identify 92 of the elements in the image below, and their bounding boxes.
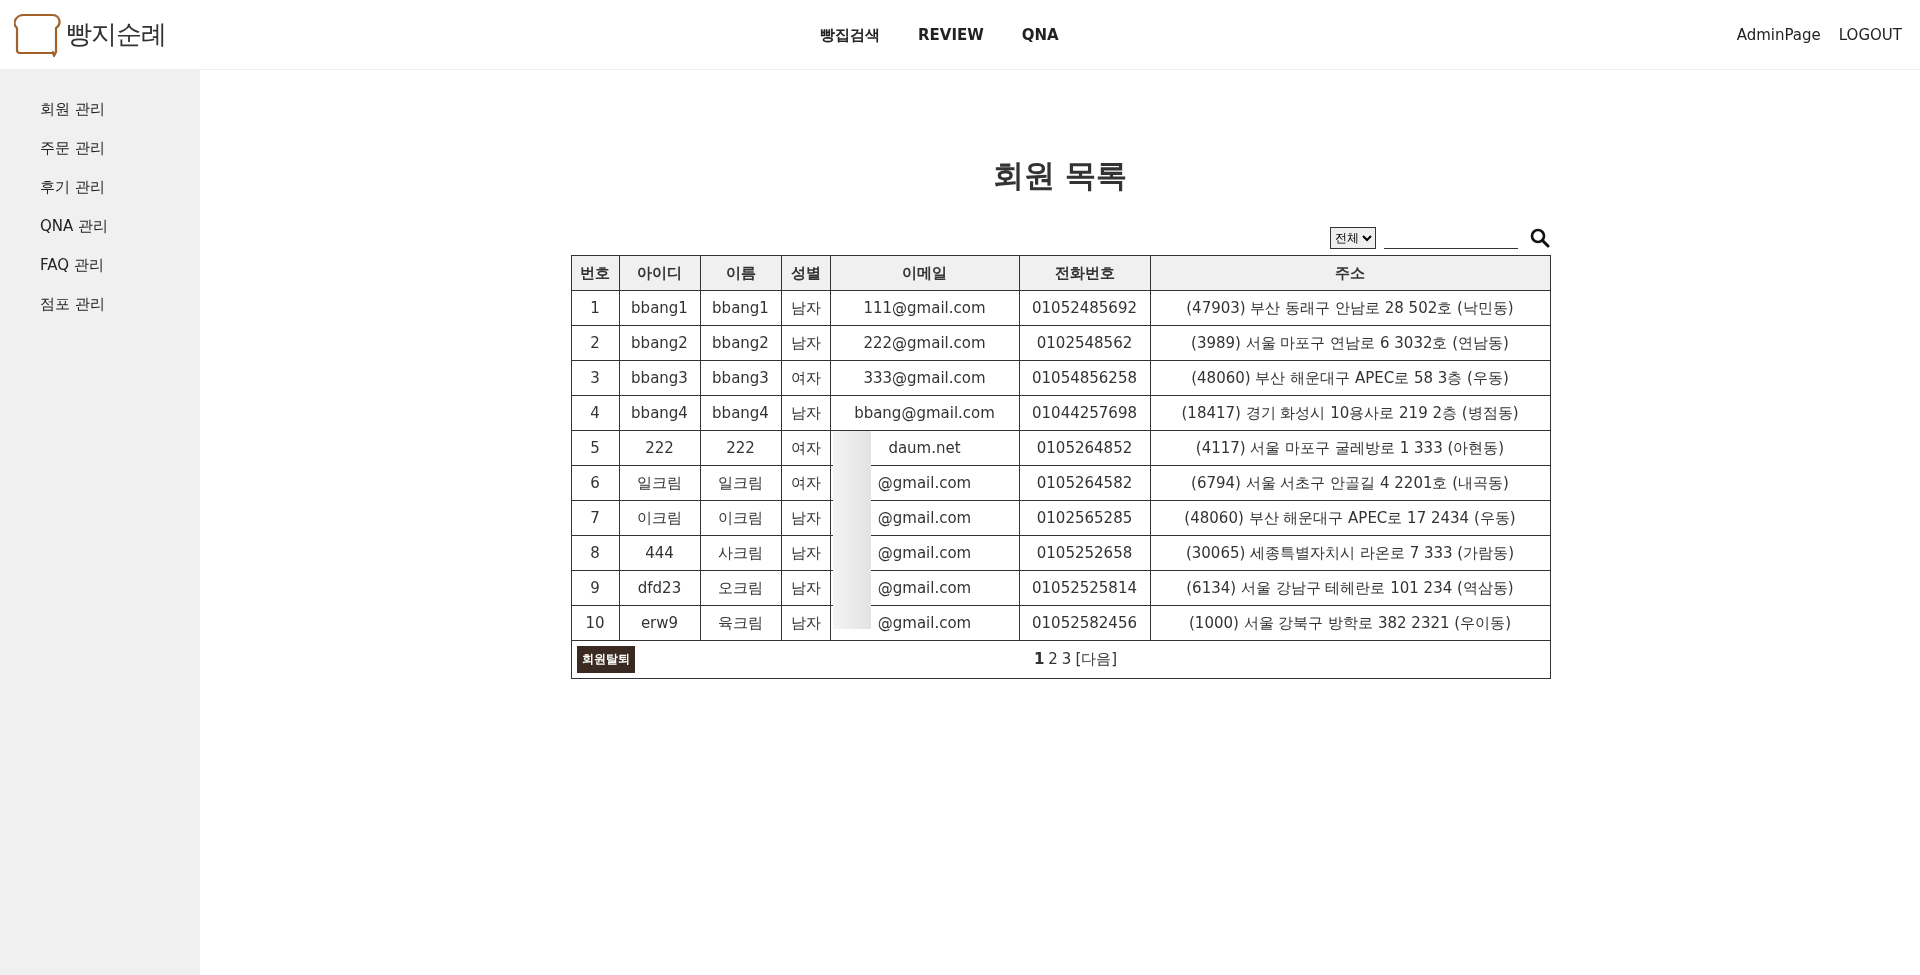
table-cell: (1000) 서울 강북구 방학로 382 2321 (우이동): [1150, 605, 1550, 641]
sidebar-item[interactable]: 회원 관리: [40, 100, 200, 119]
table-cell: (4117) 서울 마포구 굴레방로 1 333 (아현동): [1150, 430, 1550, 466]
table-cell: (18417) 경기 화성시 10용사로 219 2층 (병점동): [1150, 395, 1550, 431]
column-header: 주소: [1150, 255, 1550, 291]
table-cell: 01052582456: [1019, 605, 1150, 641]
page-link[interactable]: 3: [1061, 650, 1072, 669]
table-cell: 222: [700, 430, 781, 466]
table-cell: 0105264582: [1019, 465, 1150, 501]
table-cell: 남자: [781, 395, 830, 431]
search-icon[interactable]: [1529, 228, 1550, 248]
page-link[interactable]: 1: [1033, 650, 1045, 669]
table-cell: (6794) 서울 서초구 안골길 4 2201호 (내곡동): [1150, 465, 1550, 501]
table-cell: 8: [571, 535, 619, 571]
table-cell: 남자: [781, 535, 830, 571]
table-cell: 01052525814: [1019, 570, 1150, 606]
table-cell: 남자: [781, 325, 830, 361]
table-cell: 남자: [781, 570, 830, 606]
filter-dropdown[interactable]: 전체: [1329, 227, 1376, 249]
table-cell: 0105252658: [1019, 535, 1150, 571]
sidebar-item[interactable]: 점포 관리: [40, 295, 200, 314]
table-cell: 0102548562: [1019, 325, 1150, 361]
table-cell: 7: [571, 500, 619, 536]
column-header: 전화번호: [1019, 255, 1150, 291]
column-header: 아이디: [619, 255, 700, 291]
table-cell: (3989) 서울 마포구 연남로 6 3032호 (연남동): [1150, 325, 1550, 361]
table-cell: bbang2: [700, 325, 781, 361]
table-cell: 여자: [781, 360, 830, 396]
sidebar-item[interactable]: 주문 관리: [40, 139, 200, 158]
column-header: 성별: [781, 255, 830, 291]
table-cell: (48060) 부산 해운대구 APEC로 17 2434 (우동): [1150, 500, 1550, 536]
table-cell: (47903) 부산 동래구 안남로 28 502호 (낙민동): [1150, 290, 1550, 326]
column-header: 번호: [571, 255, 619, 291]
table-cell: 01052485692: [1019, 290, 1150, 326]
table-cell: 9: [571, 570, 619, 606]
table-cell: 222: [619, 430, 700, 466]
column-header: 이름: [700, 255, 781, 291]
table-cell: bbang4: [700, 395, 781, 431]
table-cell: 444: [619, 535, 700, 571]
table-cell: bbang1: [619, 290, 700, 326]
header-link[interactable]: LOGOUT: [1838, 25, 1902, 44]
nav-link[interactable]: QNA: [1021, 26, 1059, 44]
delete-button[interactable]: 회원탈퇴: [576, 646, 635, 673]
sidebar-item[interactable]: 후기 관리: [40, 178, 200, 197]
nav-link[interactable]: REVIEW: [918, 26, 984, 44]
table-cell: 6: [571, 465, 619, 501]
table-cell: 111@gmail.com: [830, 290, 1019, 326]
table-cell: bbang1: [700, 290, 781, 326]
table-cell: dfd23: [619, 570, 700, 606]
table-cell: 이크림: [619, 500, 700, 536]
table-cell: 일크림: [700, 465, 781, 501]
table-cell: 3: [571, 360, 619, 396]
table-cell: 남자: [781, 290, 830, 326]
table-cell: 10: [571, 605, 619, 641]
table-cell: 01054856258: [1019, 360, 1150, 396]
table-cell: 여자: [781, 430, 830, 466]
table-cell: 5: [571, 430, 619, 466]
header-link[interactable]: AdminPage: [1736, 25, 1821, 44]
sidebar-item[interactable]: QNA 관리: [40, 217, 200, 236]
table-cell: 남자: [781, 605, 830, 641]
column-header: 이메일: [830, 255, 1019, 291]
table-cell: bbang3: [619, 360, 700, 396]
table-cell: (6134) 서울 강남구 테헤란로 101 234 (역삼동): [1150, 570, 1550, 606]
table-cell: (30065) 세종특별자치시 라온로 7 333 (가람동): [1150, 535, 1550, 571]
table-cell: 일크림: [619, 465, 700, 501]
table-cell: 1: [571, 290, 619, 326]
bread-icon: [14, 11, 62, 58]
table-cell: bbang3: [700, 360, 781, 396]
table-cell: 222@gmail.com: [830, 325, 1019, 361]
table-cell: 333@gmail.com: [830, 360, 1019, 396]
table-cell: 여자: [781, 465, 830, 501]
table-cell: 남자: [781, 500, 830, 536]
table-cell: 0105264852: [1019, 430, 1150, 466]
table-cell: (48060) 부산 해운대구 APEC로 58 3층 (우동): [1150, 360, 1550, 396]
table-cell: 4: [571, 395, 619, 431]
table-cell: 오크림: [700, 570, 781, 606]
table-cell: 01044257698: [1019, 395, 1150, 431]
table-cell: bbang@gmail.com: [830, 395, 1019, 431]
table-cell: 이크림: [700, 500, 781, 536]
table-cell: bbang4: [619, 395, 700, 431]
table-cell: bbang2: [619, 325, 700, 361]
table-cell: 사크림: [700, 535, 781, 571]
sidebar-item[interactable]: FAQ 관리: [40, 256, 200, 275]
table-cell: erw9: [619, 605, 700, 641]
logo-text[interactable]: 빵지순례: [66, 17, 166, 52]
table-cell: 2: [571, 325, 619, 361]
page-link[interactable]: 2: [1048, 650, 1058, 669]
table-cell: 육크림: [700, 605, 781, 641]
page-link[interactable]: [다음]: [1075, 650, 1118, 669]
page-title: 회원 목록: [992, 156, 1128, 195]
nav-link[interactable]: 빵집검색: [820, 25, 880, 45]
table-cell: 0102565285: [1019, 500, 1150, 536]
